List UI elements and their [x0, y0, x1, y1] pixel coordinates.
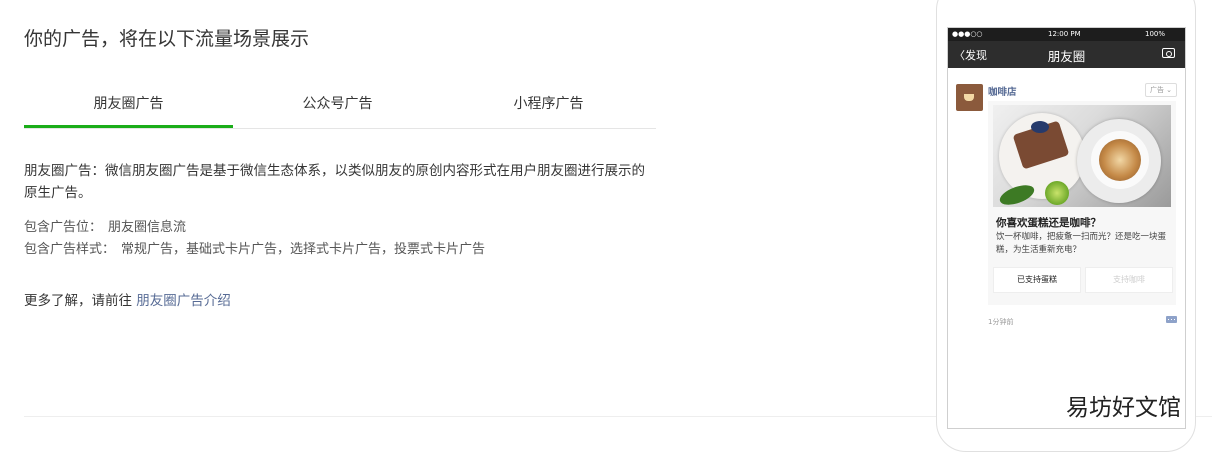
comment-icon[interactable]	[1166, 316, 1177, 323]
active-tab-indicator	[24, 125, 233, 128]
cake-and-coffee-photo[interactable]	[993, 105, 1171, 207]
style-row: 包含广告样式： 常规广告，基础式卡片广告，选择式卡片广告，投票式卡片广告	[24, 239, 485, 261]
ad-info: 包含广告位： 朋友圈信息流 包含广告样式： 常规广告，基础式卡片广告，选择式卡片广告…	[24, 217, 485, 261]
section-title: 你的广告，将在以下流量场景展示	[24, 28, 310, 50]
advertiser-name[interactable]: 咖啡店	[988, 84, 1017, 98]
tab-mini-program-ads[interactable]: 小程序广告	[444, 82, 653, 126]
vote-coffee-button[interactable]: 支持咖啡	[1085, 267, 1173, 293]
style-label: 包含广告样式：	[24, 242, 116, 257]
vote-ad-card: 你喜欢蛋糕还是咖啡？ 饮一杯咖啡，把疲惫一扫而光？还是吃一块蛋糕，为生活重新充电…	[988, 101, 1176, 305]
coffee-shop-avatar[interactable]	[956, 84, 983, 111]
placement-label: 包含广告位：	[24, 220, 103, 235]
tab-official-account-ads[interactable]: 公众号广告	[233, 82, 442, 126]
card-question: 你喜欢蛋糕还是咖啡？	[996, 217, 1101, 229]
lime	[1045, 181, 1069, 205]
placement-row: 包含广告位： 朋友圈信息流	[24, 217, 485, 239]
placement-value: 朋友圈信息流	[108, 220, 187, 235]
watermark: 易坊好文馆	[1066, 395, 1181, 421]
learn-more-prefix: 更多了解，请前往	[24, 293, 137, 309]
scene-tabs: 朋友圈广告 公众号广告 小程序广告	[24, 82, 656, 129]
vote-cake-button[interactable]: 已支持蛋糕	[993, 267, 1081, 293]
card-text: 饮一杯咖啡，把疲惫一扫而光？还是吃一块蛋糕，为生活重新充电？	[996, 232, 1167, 255]
learn-more: 更多了解，请前往 朋友圈广告介绍	[24, 289, 231, 309]
moments-post: 咖啡店 广告 ⌄ 你喜欢蛋糕还是咖啡？ 饮一杯咖啡，把疲惫一扫而光？还是吃一块蛋…	[947, 27, 1184, 427]
style-value: 常规广告，基础式卡片广告，选择式卡片广告，投票式卡片广告	[121, 242, 486, 257]
berries	[1031, 121, 1049, 133]
ad-tag[interactable]: 广告 ⌄	[1145, 83, 1177, 97]
moments-ad-intro-link[interactable]: 朋友圈广告介绍	[136, 293, 231, 309]
tab-moments-ads[interactable]: 朋友圈广告	[24, 82, 233, 126]
post-time: 1分钟前	[988, 318, 1014, 326]
latte-art	[1099, 139, 1141, 181]
moments-ad-description: 朋友圈广告：微信朋友圈广告是基于微信生态体系，以类似朋友的原创内容形式在用户朋友…	[24, 163, 645, 201]
